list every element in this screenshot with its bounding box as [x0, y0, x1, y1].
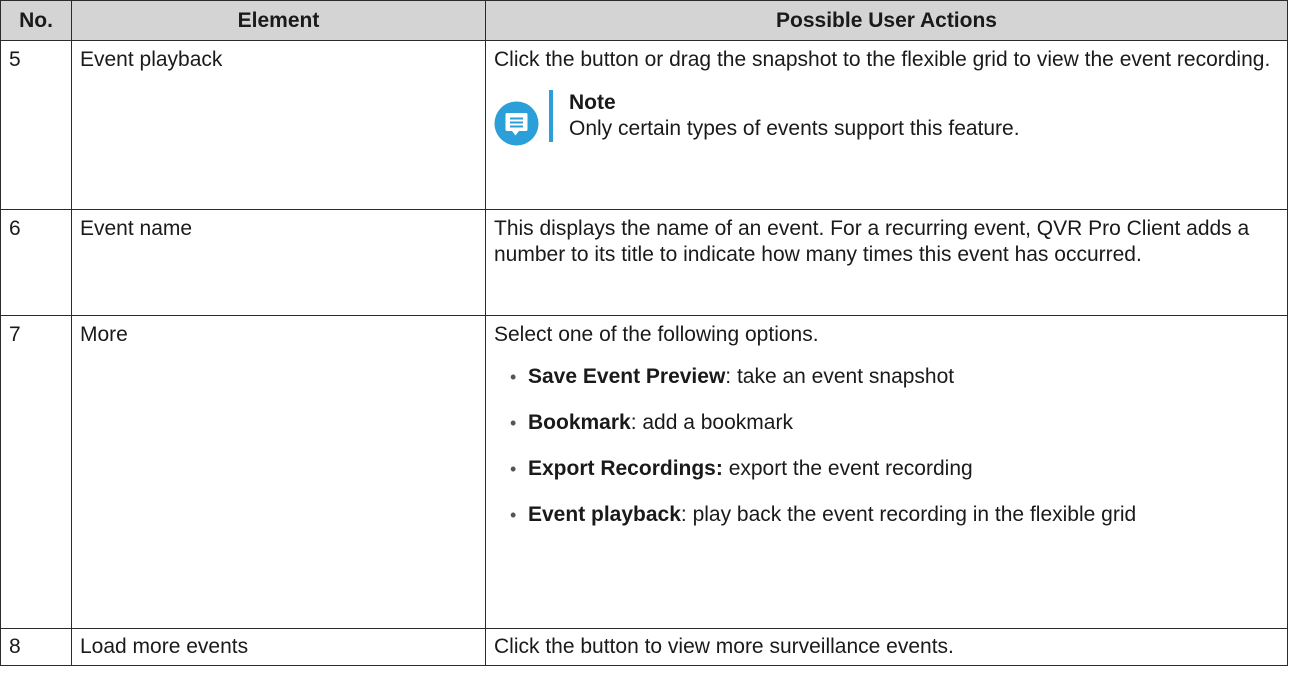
row-number: 6	[0, 209, 72, 316]
option-desc: : take an event snapshot	[725, 365, 955, 388]
options-list: Save Event Preview: take an event snapsh…	[494, 364, 1277, 528]
action-text: This displays the name of an event. For …	[494, 217, 1250, 266]
row-number: 8	[0, 628, 72, 666]
elements-table: No. Element Possible User Actions 5 Even…	[0, 0, 1288, 666]
row-element: Event playback	[71, 40, 486, 210]
header-element: Element	[71, 0, 486, 41]
row-element: Event name	[71, 209, 486, 316]
note-title: Note	[569, 91, 616, 114]
note-body: Note Only certain types of events suppor…	[549, 90, 1020, 142]
option-desc: : add a bookmark	[630, 411, 793, 434]
header-actions: Possible User Actions	[485, 0, 1288, 41]
note-icon	[494, 101, 539, 146]
row-number: 7	[0, 315, 72, 629]
row-number: 5	[0, 40, 72, 210]
row-actions: Click the button or drag the snapshot to…	[485, 40, 1288, 210]
list-item: Bookmark: add a bookmark	[510, 410, 1277, 436]
note-callout: Note Only certain types of events suppor…	[494, 90, 1277, 146]
option-desc: : play back the event recording in the f…	[680, 503, 1137, 526]
list-item: Export Recordings: export the event reco…	[510, 456, 1277, 482]
row-actions: This displays the name of an event. For …	[485, 209, 1288, 316]
table-row: 5 Event playback Click the button or dra…	[0, 40, 1288, 210]
list-item: Save Event Preview: take an event snapsh…	[510, 364, 1277, 390]
option-term: Export Recordings:	[528, 457, 723, 480]
action-text: Click the button to view more surveillan…	[494, 635, 954, 658]
row-actions: Click the button to view more surveillan…	[485, 628, 1288, 666]
table-row: 7 More Select one of the following optio…	[0, 315, 1288, 629]
list-item: Event playback: play back the event reco…	[510, 502, 1277, 528]
header-no: No.	[0, 0, 72, 41]
table-row: 6 Event name This displays the name of a…	[0, 209, 1288, 316]
option-term: Event playback	[528, 503, 681, 526]
option-term: Save Event Preview	[528, 365, 726, 388]
row-element: More	[71, 315, 486, 629]
row-element: Load more events	[71, 628, 486, 666]
action-text: Click the button or drag the snapshot to…	[494, 48, 1271, 71]
table-row: 8 Load more events Click the button to v…	[0, 628, 1288, 666]
table-header-row: No. Element Possible User Actions	[0, 0, 1288, 41]
option-term: Bookmark	[528, 411, 631, 434]
action-text: Select one of the following options.	[494, 323, 819, 346]
row-actions: Select one of the following options. Sav…	[485, 315, 1288, 629]
option-desc: export the event recording	[722, 457, 973, 480]
note-text: Only certain types of events support thi…	[569, 117, 1020, 140]
